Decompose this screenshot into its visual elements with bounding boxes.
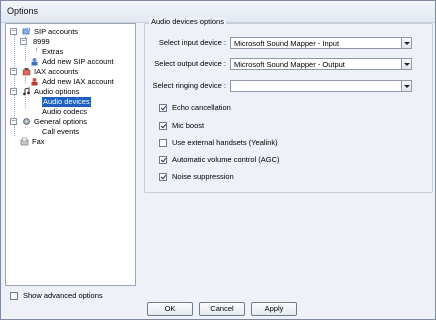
- options-window: Options − SIP accounts − 8999 Extras Add…: [0, 0, 436, 320]
- tree-item-label: Audio codecs: [42, 107, 88, 116]
- output-device-select[interactable]: Microsoft Sound Mapper - Output: [230, 58, 412, 70]
- tree-connector: [25, 97, 26, 108]
- tree-item-audio-devices[interactable]: Audio devices: [42, 97, 102, 107]
- tree-item-label: 8999: [33, 37, 50, 46]
- tree-item-label: Audio devices: [42, 97, 91, 107]
- checkbox-label: Show advanced options: [23, 291, 103, 300]
- cancel-button[interactable]: Cancel: [199, 302, 245, 316]
- add-account-icon: [30, 57, 39, 66]
- tree-item-label: Add new SIP account: [42, 57, 114, 66]
- tree-item-fax[interactable]: Fax: [20, 137, 80, 147]
- groupbox-title: Audio devices options: [149, 17, 226, 27]
- ok-button[interactable]: OK: [147, 302, 193, 316]
- checkbox-box[interactable]: [159, 173, 167, 181]
- tree-item-label: Add new IAX account: [42, 77, 114, 86]
- checkbox-label: Noise suppression: [172, 172, 234, 181]
- apply-button[interactable]: Apply: [251, 302, 297, 316]
- window-title: Options: [7, 6, 39, 16]
- collapse-icon[interactable]: −: [10, 88, 17, 95]
- ringing-device-label: Select ringing device :: [152, 81, 226, 90]
- tree-item-iax-accounts[interactable]: − IAX accounts: [10, 67, 130, 77]
- checkbox-box[interactable]: [159, 104, 167, 112]
- checkbox-label: Mic boost: [172, 121, 205, 130]
- tree-connector: [36, 48, 37, 52]
- tree-item-label: Fax: [32, 137, 45, 146]
- checkbox-label: Use external handsets (Yealink): [172, 138, 278, 147]
- output-device-value: Microsoft Sound Mapper - Output: [234, 60, 345, 69]
- phone-network-icon: [22, 27, 31, 36]
- checkbox-box[interactable]: [159, 122, 167, 130]
- collapse-icon[interactable]: −: [20, 38, 27, 45]
- checkbox-box[interactable]: [159, 156, 167, 164]
- add-account-icon: [30, 77, 39, 86]
- tree-item-label: Audio options: [34, 87, 80, 96]
- tree-item-sip-accounts[interactable]: − SIP accounts: [10, 27, 130, 37]
- tree-item-extras[interactable]: Extras: [42, 47, 122, 57]
- checkbox-box[interactable]: [10, 292, 18, 300]
- input-device-label: Select input device :: [158, 38, 226, 47]
- tree-item-call-events[interactable]: Call events: [42, 127, 102, 137]
- chevron-down-icon[interactable]: [401, 81, 411, 91]
- tree-item-label: General options: [34, 117, 87, 126]
- tree-item-label: SIP accounts: [34, 27, 79, 36]
- checkbox-label: Automatic volume control (AGC): [172, 155, 280, 164]
- tree-connector: [25, 127, 26, 128]
- checkbox-label: Echo cancellation: [172, 103, 231, 112]
- gear-icon: [22, 117, 31, 126]
- tree-item-general-options[interactable]: − General options: [10, 117, 130, 127]
- checkbox-box[interactable]: [159, 139, 167, 147]
- tree-item-label: Call events: [42, 127, 80, 136]
- tree-item-label: IAX accounts: [34, 67, 79, 76]
- tree-item-audio-codecs[interactable]: Audio codecs: [42, 107, 102, 117]
- tree-item-label: Extras: [42, 47, 64, 56]
- input-device-select[interactable]: Microsoft Sound Mapper - Input: [230, 37, 412, 49]
- audio-icon: [22, 87, 31, 96]
- tree-item-account-8999[interactable]: − 8999: [20, 37, 120, 47]
- chevron-down-icon[interactable]: [401, 38, 411, 48]
- iax-phone-icon: [22, 67, 31, 76]
- collapse-icon[interactable]: −: [10, 118, 17, 125]
- fax-icon: [20, 137, 29, 146]
- ringing-device-select[interactable]: [230, 80, 412, 92]
- collapse-icon[interactable]: −: [10, 28, 17, 35]
- tree-item-audio-options[interactable]: − Audio options: [10, 87, 130, 97]
- output-device-label: Select output device :: [154, 59, 226, 68]
- tree-connector: [25, 77, 26, 83]
- input-device-value: Microsoft Sound Mapper - Input: [234, 39, 340, 48]
- chevron-down-icon[interactable]: [401, 59, 411, 69]
- collapse-icon[interactable]: −: [10, 68, 17, 75]
